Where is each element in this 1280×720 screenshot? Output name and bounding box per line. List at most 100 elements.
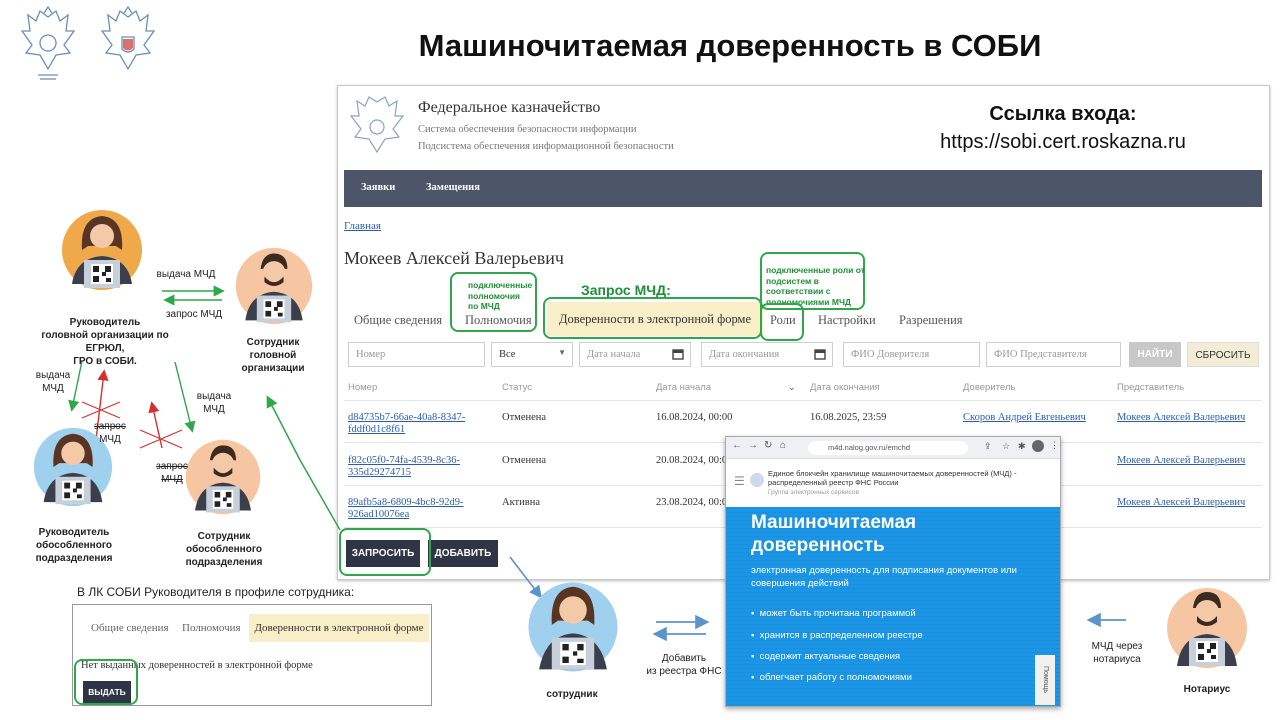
row-2-status: Отменена <box>502 455 547 466</box>
row-1-representative[interactable]: Мокеев Алексей Валерьевич <box>1117 412 1245 423</box>
head-org-female-avatar <box>62 210 142 290</box>
notary-mchd-label: МЧД через нотариуса <box>1091 641 1143 665</box>
m4d-browser-window: ← → ↻ ⌂ m4d.nalog.gov.ru/emchd ⇪ ☆ ✱ ⋮ ☰… <box>725 436 1061 707</box>
hamburger-menu-icon[interactable]: ☰ <box>734 474 745 488</box>
lk-tab-electronic-poa[interactable]: Доверенности в электронной форме <box>249 614 429 642</box>
request-mchd-label-top: запрос МЧД <box>165 309 223 320</box>
head-branch-label: Руководитель обособленного подразделения <box>35 527 113 564</box>
calendar-icon[interactable] <box>814 348 826 360</box>
row-1-principal[interactable]: Скоров Андрей Евгеньевич <box>963 412 1086 423</box>
row-3-representative[interactable]: Мокеев Алексей Валерьевич <box>1117 497 1245 508</box>
find-button[interactable]: НАЙТИ <box>1129 342 1181 367</box>
nav-item-requests[interactable]: Заявки <box>361 182 395 193</box>
back-icon[interactable]: ← <box>732 440 742 451</box>
breadcrumb[interactable]: Главная <box>344 220 381 232</box>
portal-navbar: Заявки Замещения <box>344 170 1262 207</box>
column-header-date-start[interactable]: Дата начала <box>656 382 711 393</box>
m4d-bullet-1: ▪ может быть прочитана программой <box>751 608 916 619</box>
reload-icon[interactable]: ↻ <box>764 440 772 451</box>
row-3-number-line1[interactable]: 89afb5a8-6809-4bc8-92d9- <box>348 497 463 508</box>
m4d-header-title: Единое блокчейн хранилище машиночитаемых… <box>768 469 1017 487</box>
row-1-status: Отменена <box>502 412 547 423</box>
filter-principal-input[interactable]: ФИО Доверителя <box>843 342 980 367</box>
browser-address-bar[interactable]: m4d.nalog.gov.ru/emchd <box>808 441 968 455</box>
lk-tab-powers[interactable]: Полномочия <box>182 622 241 634</box>
column-header-date-end[interactable]: Дата окончания <box>810 382 880 393</box>
add-button[interactable]: ДОБАВИТЬ <box>428 540 498 567</box>
row-3-date-start: 23.08.2024, 00:0 <box>656 497 728 508</box>
portal-subtitle-2: Подсистема обеспечения информационной бе… <box>418 141 674 152</box>
m4d-hero-description: электронная доверенность для подписания … <box>751 565 1017 589</box>
calendar-icon[interactable] <box>672 348 684 360</box>
portal-org-name: Федеральное казначейство <box>418 99 601 116</box>
employee-female-avatar <box>528 582 618 672</box>
employee-label: сотрудник <box>546 689 598 700</box>
m4d-header-subtitle: Группа электронных сервисов <box>768 489 859 496</box>
employee-head-label: Сотрудник головной организации <box>241 337 305 374</box>
tab-general[interactable]: Общие сведения <box>354 313 442 328</box>
forward-icon[interactable]: → <box>748 440 758 451</box>
filter-date-end-placeholder: Дата окончания <box>709 349 780 360</box>
request-button-highlight <box>339 528 431 576</box>
filter-status-value: Все <box>499 349 516 360</box>
m4d-hero-title: Машиночитаемая доверенность <box>751 512 917 556</box>
moscow-emblem-logo <box>100 5 156 71</box>
tab-permissions[interactable]: Разрешения <box>899 313 963 328</box>
row-2-number-line1[interactable]: f82c05f0-74fa-4539-8c36- <box>348 455 460 466</box>
issue-mchd-label: выдача МЧД <box>156 269 216 280</box>
row-3-status: Активна <box>502 497 540 508</box>
m4d-bullet-4: ▪ облегчает работу с полномочиями <box>751 672 912 683</box>
request-crossed-label-2: запрос МЧД <box>156 461 188 485</box>
m4d-bullet-3: ▪ содержит актуальные сведения <box>751 651 901 662</box>
filter-date-start-input[interactable]: Дата начала <box>579 342 691 367</box>
roles-note: подключенные роли от подсистем в соответ… <box>766 265 865 307</box>
column-header-status[interactable]: Статус <box>502 382 532 393</box>
filter-number-input[interactable]: Номер <box>348 342 485 367</box>
row-2-number-line2[interactable]: 335d29274715 <box>348 467 411 478</box>
sort-chevron-icon[interactable]: ⌄ <box>788 382 796 393</box>
menu-dots-icon[interactable]: ⋮ <box>1050 440 1059 451</box>
m4d-bullet-2: ▪ хранится в распределенном реестре <box>751 630 923 641</box>
filter-representative-input[interactable]: ФИО Представителя <box>986 342 1121 367</box>
m4d-help-tab[interactable]: Помощь <box>1035 655 1055 705</box>
share-icon[interactable]: ⇪ <box>984 441 992 452</box>
row-1-number-line1[interactable]: d84735b7-66ae-40a8-8347- <box>348 412 465 423</box>
column-header-number[interactable]: Номер <box>348 382 377 393</box>
employee-lk-caption: В ЛК СОБИ Руководителя в профиле сотрудн… <box>77 585 355 599</box>
column-header-representative[interactable]: Представитель <box>1117 382 1184 393</box>
profile-avatar[interactable] <box>1032 440 1044 452</box>
head-org-label: Руководитель головной организации по ЕГРЮ… <box>41 317 169 367</box>
row-1-date-end: 16.08.2025, 23:59 <box>810 412 887 423</box>
row-3-number-line2[interactable]: 926ad10076ea <box>348 509 409 520</box>
extension-icon[interactable]: ✱ <box>1018 441 1026 452</box>
person-name: Мокеев Алексей Валерьевич <box>344 248 564 268</box>
portal-subtitle-1: Система обеспечения безопасности информа… <box>418 124 637 135</box>
home-icon[interactable]: ⌂ <box>780 440 786 451</box>
treasury-emblem-logo <box>20 5 76 80</box>
nav-item-substitutions[interactable]: Замещения <box>426 182 480 193</box>
browser-toolbar: ← → ↻ ⌂ m4d.nalog.gov.ru/emchd ⇪ ☆ ✱ ⋮ <box>726 437 1060 459</box>
tab-settings[interactable]: Настройки <box>818 313 876 328</box>
lk-tab-general[interactable]: Общие сведения <box>91 622 169 634</box>
request-mchd-label: Запрос МЧД: <box>581 282 671 298</box>
employee-head-male-avatar <box>235 247 313 325</box>
filter-status-select[interactable]: Все ▼ <box>491 342 573 367</box>
slide-title: Машиночитаемая доверенность в СОБИ <box>418 28 1042 63</box>
portal-emblem-icon <box>349 96 405 154</box>
powers-note: подключенные полномочия по МЧД <box>468 280 533 311</box>
row-2-representative[interactable]: Мокеев Алексей Валерьевич <box>1117 455 1245 466</box>
row-1-date-start: 16.08.2024, 00:00 <box>656 412 733 423</box>
reset-button[interactable]: СБРОСИТЬ <box>1187 342 1259 367</box>
row-1-number-line2[interactable]: fddf0d1c8f61 <box>348 424 405 435</box>
star-icon[interactable]: ☆ <box>1002 441 1010 452</box>
row-2-date-start: 20.08.2024, 00:0 <box>656 455 728 466</box>
employee-branch-label: Сотрудник обособленного подразделения <box>185 531 263 568</box>
filter-date-end-input[interactable]: Дата окончания <box>701 342 833 367</box>
request-crossed-label-1: запрос МЧД <box>94 421 126 445</box>
login-link-title: Ссылка входа: <box>989 103 1137 125</box>
login-link-url[interactable]: https://sobi.cert.roskazna.ru <box>908 131 1218 154</box>
notary-male-avatar <box>1167 588 1247 668</box>
column-header-principal[interactable]: Доверитель <box>963 382 1015 393</box>
chevron-down-icon: ▼ <box>558 348 566 357</box>
electronic-poa-tab-highlight <box>543 297 762 339</box>
